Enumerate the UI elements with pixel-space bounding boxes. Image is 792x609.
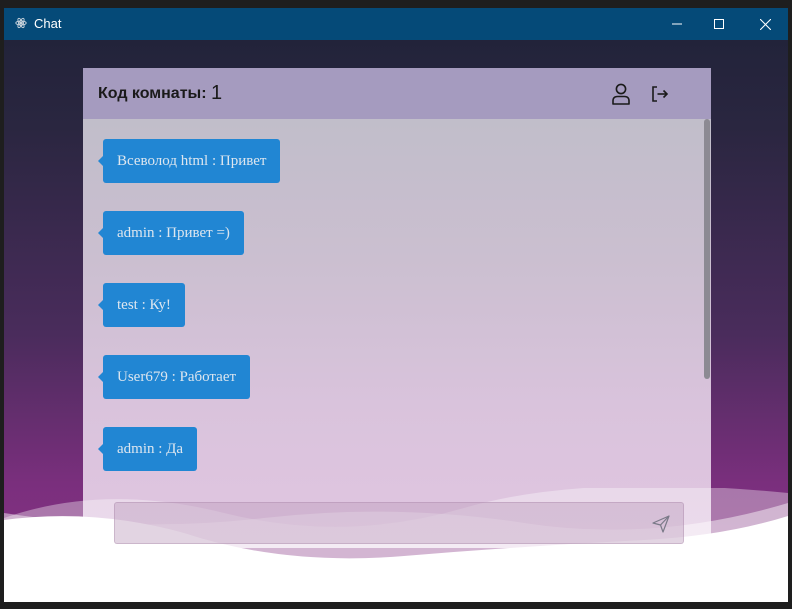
chat-panel: Код комнаты: 1 Всеволод html : Привет ad… <box>83 68 711 548</box>
chat-header: Код комнаты: 1 <box>83 68 711 119</box>
close-button[interactable] <box>742 8 788 40</box>
close-icon <box>759 18 771 30</box>
message-text: User679 : Работает <box>117 369 237 385</box>
message-text: test : Ку! <box>117 297 171 313</box>
scrollbar-thumb[interactable] <box>704 119 710 379</box>
window-title: Chat <box>34 16 62 31</box>
send-icon[interactable] <box>652 515 670 533</box>
message-text: admin : Да <box>117 441 184 457</box>
room-code-label: Код комнаты: <box>98 85 207 102</box>
message-bubble: admin : Да <box>97 427 198 471</box>
message-bubble: admin : Привет =) <box>98 211 244 255</box>
logout-icon[interactable] <box>651 85 669 103</box>
message-bubble: test : Ку! <box>98 283 185 327</box>
app-window: Chat Код комнаты: 1 Всеволод html: Прив… <box>4 8 788 602</box>
message-bubble: Всеволод html : Привет <box>97 139 281 183</box>
maximize-icon <box>714 19 724 29</box>
message-input[interactable] <box>114 502 684 544</box>
minimize-button[interactable] <box>654 8 700 40</box>
user-icon[interactable] <box>611 83 631 105</box>
room-code-value: 1 <box>211 82 223 104</box>
title-bar: Chat <box>4 8 788 40</box>
message-bubble: User679 : Работает <box>97 355 251 399</box>
message-text: admin : Привет =) <box>117 225 230 241</box>
electron-icon <box>15 17 27 29</box>
minimize-icon <box>672 23 682 25</box>
message-text: Всеволод html : Привет <box>117 153 267 169</box>
maximize-button[interactable] <box>696 8 742 40</box>
